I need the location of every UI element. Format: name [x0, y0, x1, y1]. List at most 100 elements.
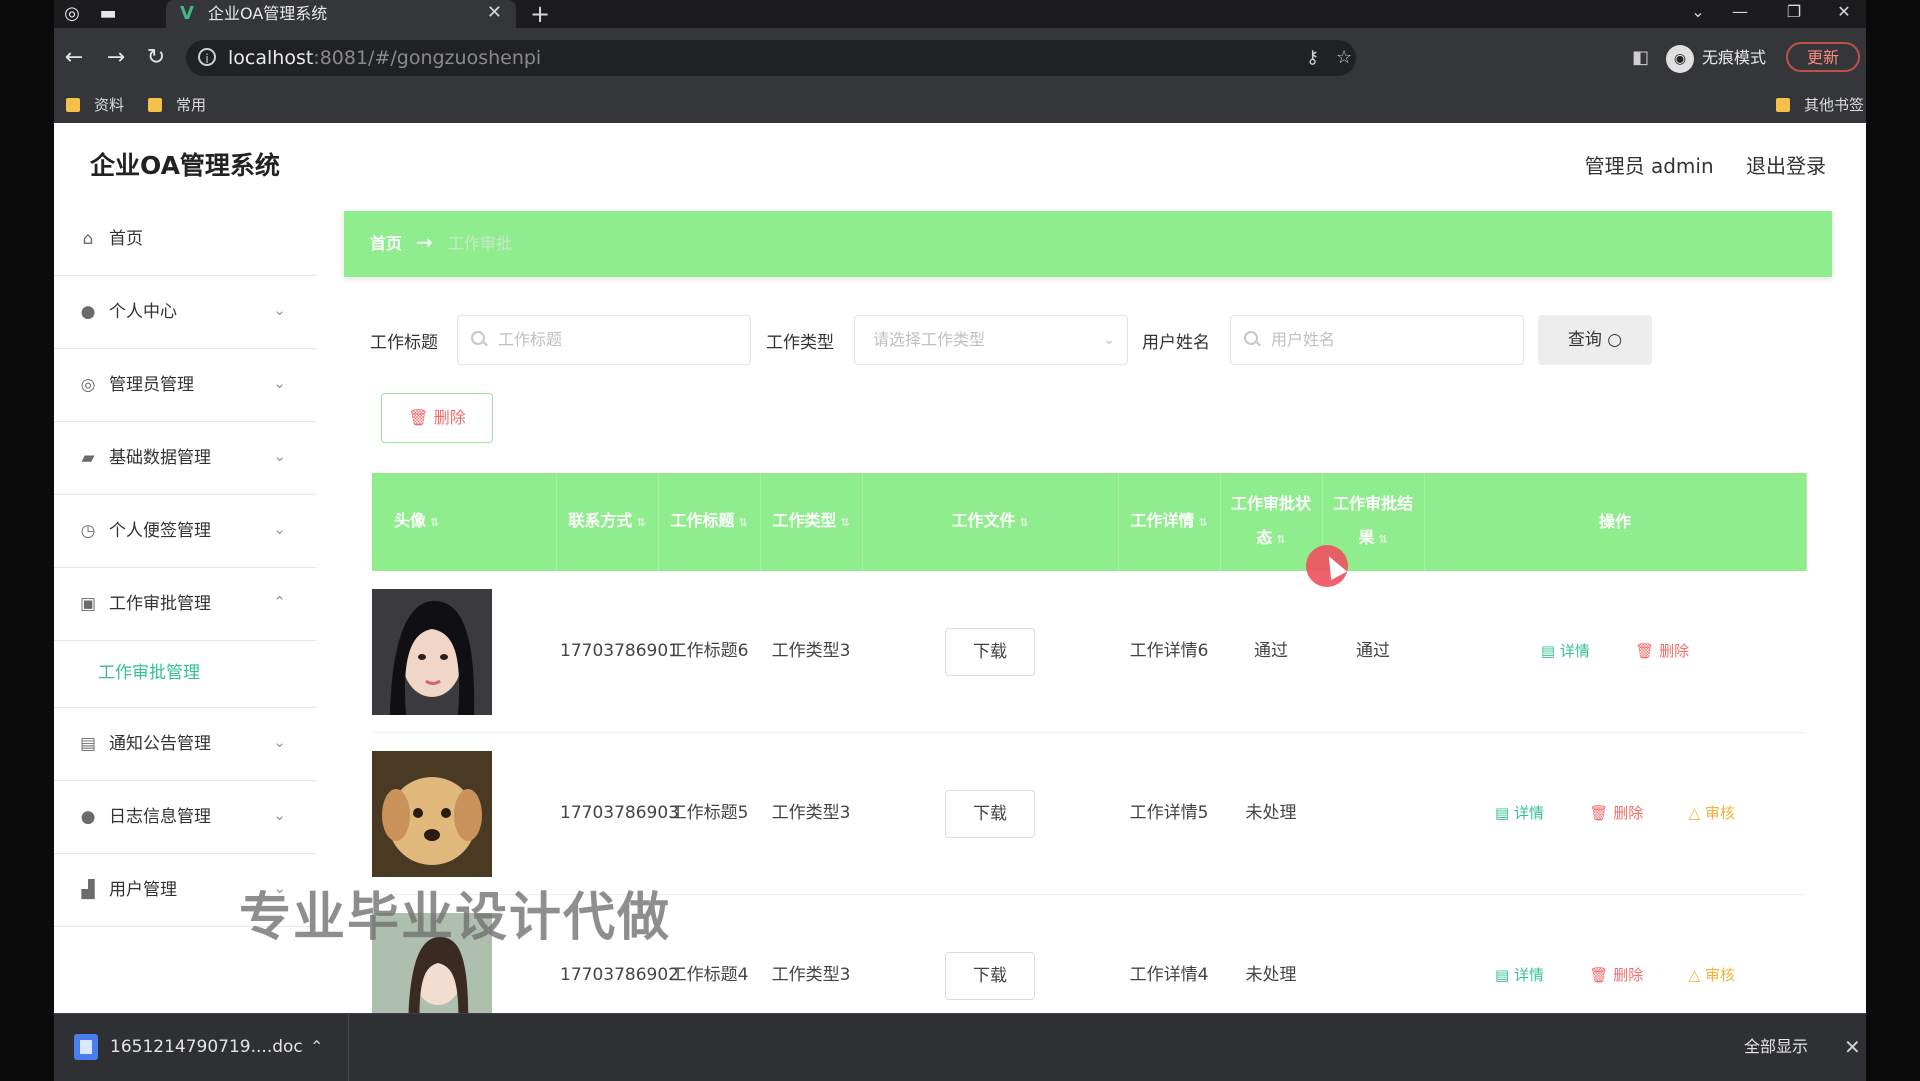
column-header-phone[interactable]: 联系方式 ⇅ — [556, 473, 659, 571]
tab-search-icon[interactable]: ⌄ — [1678, 0, 1718, 28]
vue-favicon-icon: V — [180, 3, 194, 24]
download-button[interactable]: 下载 — [945, 789, 1035, 838]
detail-button[interactable]: ▤ 详情 — [1495, 963, 1544, 987]
logout-link[interactable]: 退出登录 — [1746, 154, 1826, 178]
chevron-down-icon: ⌄ — [273, 733, 286, 751]
column-header-status[interactable]: 工作审批状态 ⇅ — [1220, 473, 1323, 571]
sort-icon: ⇅ — [840, 516, 850, 529]
new-tab-icon[interactable]: + — [530, 0, 550, 28]
avatar-puppy[interactable] — [372, 750, 492, 877]
column-header-avatar[interactable]: 头像 ⇅ — [372, 473, 557, 571]
avatar-portrait-girl[interactable] — [372, 588, 492, 715]
sort-icon: ⇅ — [1378, 533, 1388, 546]
incognito-icon: ◉ — [1666, 44, 1694, 73]
sidebar-item-work-approval[interactable]: ▣ 工作审批管理 ⌃ — [54, 568, 316, 641]
user-icon: ● — [80, 807, 96, 827]
delete-button[interactable]: 🗑 删除 — [1589, 963, 1643, 987]
restore-icon[interactable]: ❐ — [1774, 0, 1814, 28]
result-cell — [1322, 894, 1424, 1013]
divider — [348, 1014, 349, 1081]
column-header-file[interactable]: 工作文件 ⇅ — [862, 473, 1119, 571]
sidebar-item-notes[interactable]: ◷ 个人便签管理 ⌄ — [54, 495, 316, 568]
browser-menu-icon[interactable]: ◎ — [58, 2, 86, 26]
title-search-input[interactable]: 工作标题 — [457, 315, 751, 365]
sidebar-item-home[interactable]: ⌂ 首页 — [54, 203, 316, 276]
delete-button[interactable]: 🗑 删除 — [1589, 801, 1643, 825]
site-info-icon[interactable]: i — [198, 48, 216, 66]
detail-cell: 工作详情5 — [1118, 732, 1220, 895]
type-cell: 工作类型3 — [760, 894, 862, 1013]
tab-oa-system[interactable]: V 企业OA管理系统 ✕ — [166, 0, 516, 28]
sidebar: ⌂ 首页 ● 个人中心 ⌄ ◎ 管理员管理 ⌄ ▰ 基础数据管理 ⌄ ◷ 个人便… — [54, 203, 316, 927]
title-cell: 工作标题5 — [658, 732, 760, 895]
back-icon[interactable]: ← — [58, 42, 90, 74]
column-header-detail[interactable]: 工作详情 ⇅ — [1118, 473, 1221, 571]
chevron-down-icon: ⌄ — [273, 447, 286, 465]
chevron-up-icon[interactable]: ⌃ — [310, 1034, 323, 1060]
phone-cell: 17703786903 — [556, 732, 679, 895]
sort-icon: ⇅ — [430, 516, 440, 529]
detail-button[interactable]: ▤ 详情 — [1495, 801, 1544, 825]
user-search-input[interactable]: 用户姓名 — [1230, 315, 1524, 365]
sort-icon: ⇅ — [636, 516, 646, 529]
close-icon[interactable]: ✕ — [1844, 1032, 1861, 1062]
chevron-down-icon: ⌄ — [273, 301, 286, 319]
admin-icon: ◎ — [80, 375, 96, 395]
briefcase-icon: ▰ — [81, 448, 95, 468]
file-cell: 下载 — [862, 732, 1118, 895]
bookmark-folder-2[interactable]: 常用 — [148, 94, 206, 116]
audit-button[interactable]: △ 审核 — [1689, 963, 1735, 987]
sidebar-item-admin[interactable]: ◎ 管理员管理 ⌄ — [54, 349, 316, 422]
incognito-profile[interactable]: ◉ 无痕模式 — [1666, 40, 1766, 76]
tab-close-icon[interactable]: ✕ — [487, 3, 502, 23]
sidebar-subitem-work-approval[interactable]: 工作审批管理 — [54, 641, 316, 708]
download-button[interactable]: 下载 — [945, 951, 1035, 1000]
delete-button[interactable]: 🗑 删除 — [1635, 639, 1689, 663]
document-icon: ▤ — [1495, 966, 1510, 984]
query-button[interactable]: 查询 ○ — [1538, 315, 1652, 365]
sidepanel-icon[interactable]: ◧ — [1632, 48, 1649, 68]
breadcrumb-arrow-icon: → — [416, 230, 433, 254]
warning-icon: △ — [1688, 966, 1701, 984]
column-header-title[interactable]: 工作标题 ⇅ — [658, 473, 761, 571]
star-icon[interactable]: ☆ — [1336, 48, 1352, 68]
audit-button[interactable]: △ 审核 — [1689, 801, 1735, 825]
sidebar-item-basic-data[interactable]: ▰ 基础数据管理 ⌄ — [54, 422, 316, 495]
actions-cell: ▤ 详情 🗑 删除 — [1424, 571, 1806, 733]
search-icon — [471, 331, 485, 345]
close-window-icon[interactable]: ✕ — [1824, 0, 1864, 28]
forward-icon[interactable]: → — [100, 42, 132, 74]
title-cell: 工作标题4 — [658, 894, 760, 1013]
type-cell: 工作类型3 — [760, 732, 862, 895]
batch-delete-button[interactable]: 🗑 删除 — [381, 393, 493, 443]
minimize-icon[interactable]: — — [1720, 0, 1760, 28]
sort-icon: ⇅ — [1276, 533, 1286, 546]
sort-icon: ⇅ — [1198, 516, 1208, 529]
type-cell: 工作类型3 — [760, 571, 862, 733]
watermark-text: 专业毕业设计代做 — [239, 888, 672, 948]
tab-title: 企业OA管理系统 — [208, 4, 328, 23]
other-bookmarks[interactable]: 其他书签 — [1776, 94, 1864, 116]
reload-icon[interactable]: ↻ — [140, 42, 172, 74]
type-select[interactable]: 请选择工作类型 ⌄ — [854, 315, 1128, 365]
show-all-downloads[interactable]: 全部显示 — [1744, 1032, 1808, 1062]
download-button[interactable]: 下载 — [945, 627, 1035, 676]
tab-overview-icon[interactable]: ▬ — [94, 2, 122, 26]
table-header-row: 头像 ⇅ 联系方式 ⇅ 工作标题 ⇅ 工作类型 ⇅ 工作文件 ⇅ 工作详情 ⇅ 工作审批状态… — [372, 473, 1807, 571]
current-user: 管理员 admin — [1584, 154, 1714, 178]
sidebar-item-personal-center[interactable]: ● 个人中心 ⌄ — [54, 276, 316, 349]
downloaded-file[interactable]: 1651214790719....doc — [110, 1034, 303, 1060]
document-icon: ▤ — [1540, 642, 1556, 660]
bookmark-folder-1[interactable]: 资料 — [66, 94, 124, 116]
sidebar-item-notices[interactable]: ▤ 通知公告管理 ⌄ — [54, 708, 316, 781]
detail-button[interactable]: ▤ 详情 — [1541, 639, 1590, 663]
status-cell: 未处理 — [1220, 732, 1322, 895]
file-cell: 下载 — [862, 894, 1118, 1013]
omnibox[interactable]: i localhost:8081/#/gongzuoshenpi ⚷ ☆ — [186, 40, 1356, 76]
url-text[interactable]: localhost:8081/#/gongzuoshenpi — [228, 47, 541, 69]
column-header-type[interactable]: 工作类型 ⇅ — [760, 473, 863, 571]
sidebar-item-logs[interactable]: ● 日志信息管理 ⌄ — [54, 781, 316, 854]
update-button[interactable]: 更新 — [1786, 42, 1860, 72]
key-icon[interactable]: ⚷ — [1306, 48, 1319, 68]
breadcrumb-home[interactable]: 首页 — [370, 232, 402, 256]
